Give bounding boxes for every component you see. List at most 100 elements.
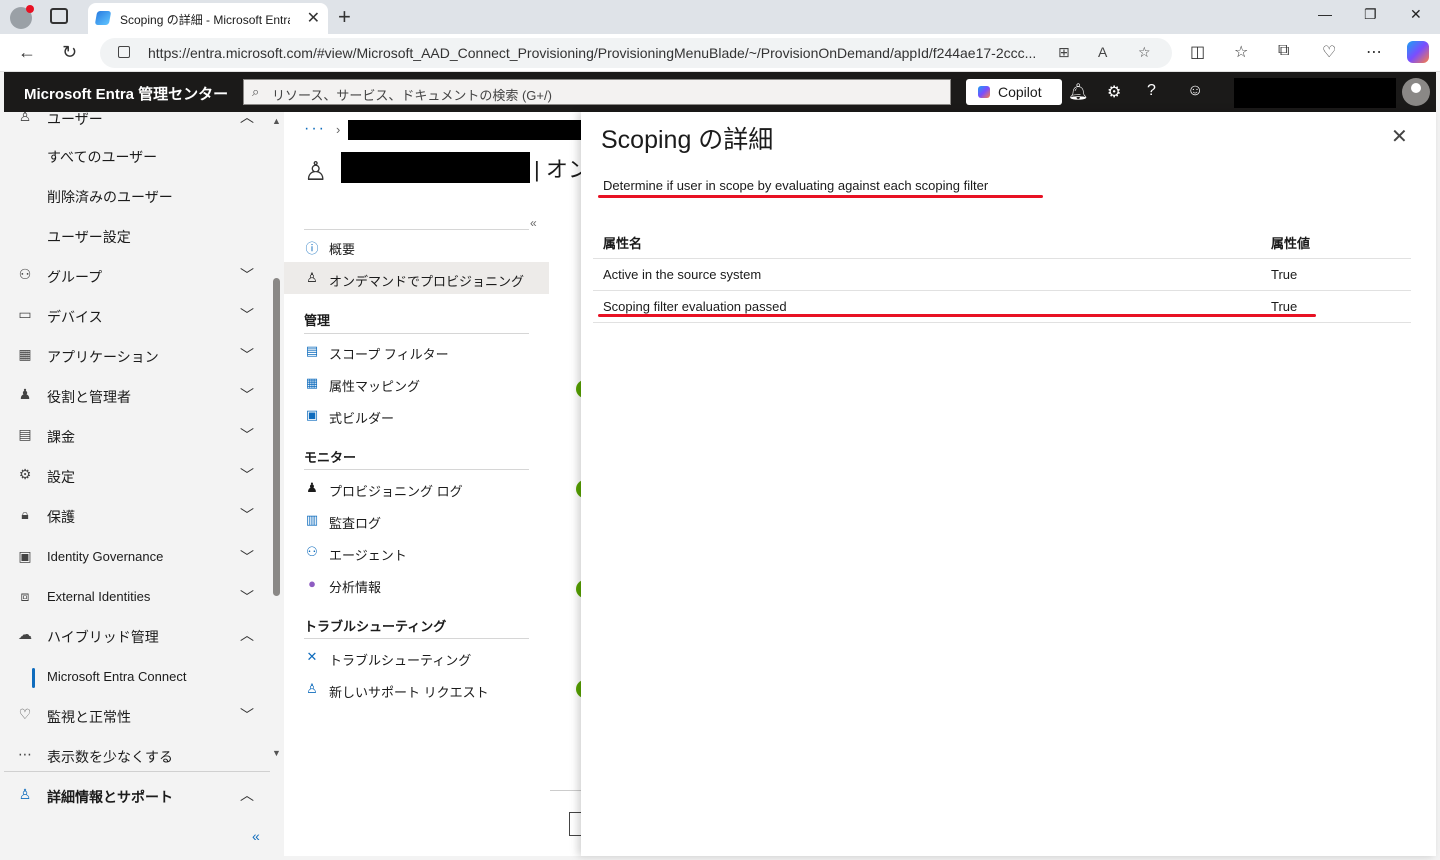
account-name-redacted[interactable]: [1234, 78, 1396, 108]
bell-icon[interactable]: 🔔︎: [1068, 82, 1088, 102]
url-text[interactable]: https://entra.microsoft.com/#view/Micros…: [148, 45, 1048, 61]
close-icon[interactable]: ✕: [1391, 124, 1408, 149]
column-header-attribute-value: 属性値: [1271, 236, 1311, 251]
window-close-icon[interactable]: ✕: [1410, 6, 1422, 23]
nav-monitoring-health[interactable]: ♡ 監視と正常性 ﹀: [4, 696, 270, 736]
nav-groups[interactable]: ⚇ グループ ﹀: [4, 256, 270, 296]
panel-description: Determine if user in scope by evaluating…: [603, 178, 989, 193]
gear-icon[interactable]: ⚙: [1107, 82, 1121, 102]
nav-user-settings[interactable]: ユーザー設定: [4, 216, 270, 256]
chevron-down-icon: ﹀: [240, 347, 254, 363]
troubleshoot-icon: ✕: [306, 649, 318, 664]
nav-scrollbar[interactable]: ▲ ▼: [270, 112, 284, 760]
scroll-down-icon[interactable]: ▼: [272, 748, 281, 758]
agent-icon: ⚇: [306, 544, 318, 559]
new-tab-icon[interactable]: +: [338, 4, 351, 30]
menu-attribute-mapping[interactable]: ▦ 属性マッピング: [284, 367, 549, 399]
external-icon: ⧈: [20, 588, 30, 604]
global-search-input[interactable]: ⌕ リソース、サービス、ドキュメントの検索 (G+/): [243, 79, 951, 105]
nav-show-less[interactable]: ⋯ 表示数を少なくする: [4, 736, 270, 776]
menu-divider: [304, 333, 529, 334]
favorites-icon[interactable]: ☆: [1234, 42, 1248, 62]
close-tab-icon[interactable]: ✕: [307, 8, 320, 28]
menu-divider: [304, 638, 529, 639]
portal-brand[interactable]: Microsoft Entra 管理センター: [24, 83, 228, 104]
menu-agent[interactable]: ⚇ エージェント: [284, 536, 549, 568]
profile-avatar[interactable]: [10, 5, 34, 29]
nav-applications[interactable]: ▦ アプリケーション ﹀: [4, 336, 270, 376]
nav-roles[interactable]: ♟ 役割と管理者 ﹀: [4, 376, 270, 416]
restore-icon[interactable]: ❐: [1364, 6, 1377, 23]
browser-tab-active[interactable]: Scoping の詳細 - Microsoft Entra ✕: [88, 3, 328, 34]
lock-icon: 🔒︎: [21, 506, 29, 522]
nav-hybrid-management[interactable]: ☁ ハイブリッド管理 ︿: [4, 616, 270, 656]
nav-deleted-users[interactable]: 削除済みのユーザー: [4, 176, 270, 216]
table-cell-attribute-name: Active in the source system: [603, 267, 762, 282]
menu-scope-filter[interactable]: ▤ スコープ フィルター: [284, 335, 549, 367]
url-bar[interactable]: https://entra.microsoft.com/#view/Micros…: [100, 38, 1172, 68]
nav-external-identities[interactable]: ⧈ External Identities ﹀: [4, 578, 270, 618]
chevron-down-icon: ﹀: [240, 307, 254, 323]
provisioning-blade: ··· › ♙ | オン « ⓘ 概要 ♙ オンデマンドでプロビジョニング 管理…: [284, 112, 581, 856]
menu-provisioning-log[interactable]: ♟ プロビジョニング ログ: [284, 472, 549, 504]
split-screen-icon[interactable]: ◫: [1190, 42, 1205, 62]
table-cell-attribute-name: Scoping filter evaluation passed: [603, 299, 787, 314]
copilot-icon[interactable]: [1407, 41, 1429, 63]
more-icon[interactable]: ⋯: [1366, 42, 1382, 62]
nav-entra-connect[interactable]: Microsoft Entra Connect: [4, 658, 270, 698]
menu-expression-builder[interactable]: ▣ 式ビルダー: [284, 399, 549, 431]
collapse-menu-icon[interactable]: «: [530, 216, 537, 230]
read-aloud-icon[interactable]: A: [1098, 44, 1107, 60]
breadcrumb-redacted: [348, 120, 581, 140]
menu-troubleshoot[interactable]: ✕ トラブルシューティング: [284, 641, 549, 673]
menu-insights[interactable]: ● 分析情報: [284, 568, 549, 600]
audit-log-icon: ▥: [305, 512, 319, 527]
partially-hidden-button[interactable]: [569, 812, 581, 836]
notification-dot: [26, 5, 34, 13]
search-icon: ⌕: [252, 84, 260, 99]
browser-tab-title: Scoping の詳細 - Microsoft Entra: [120, 13, 290, 27]
nav-identity-governance[interactable]: ▣ Identity Governance ﹀: [4, 538, 270, 578]
feedback-icon[interactable]: ☺: [1187, 82, 1203, 100]
group-icon: ⚇: [18, 266, 32, 282]
chevron-down-icon: ﹀: [240, 549, 254, 565]
lock-icon[interactable]: [118, 46, 130, 58]
menu-provision-on-demand[interactable]: ♙ オンデマンドでプロビジョニング: [284, 262, 549, 294]
tab-actions-icon[interactable]: [50, 8, 68, 24]
nav-protection[interactable]: 🔒︎ 保護 ﹀: [4, 496, 270, 536]
column-header-attribute-name: 属性名: [603, 236, 643, 251]
nav-users[interactable]: ♙ ユーザー ︿: [4, 112, 270, 138]
menu-overview[interactable]: ⓘ 概要: [284, 230, 549, 262]
app-available-icon[interactable]: ⊞: [1058, 44, 1070, 61]
breadcrumb-more-icon[interactable]: ···: [304, 120, 326, 138]
browser-essentials-icon[interactable]: ♡: [1322, 42, 1336, 62]
chevron-down-icon: ﹀: [240, 387, 254, 403]
copilot-logo-icon: [978, 86, 990, 98]
governance-icon: ▣: [18, 548, 32, 564]
back-icon[interactable]: ←: [18, 42, 36, 63]
help-icon[interactable]: ?: [1147, 82, 1156, 100]
scroll-up-icon[interactable]: ▲: [272, 116, 281, 126]
favorite-icon[interactable]: ☆: [1138, 44, 1151, 61]
copilot-button[interactable]: Copilot: [966, 79, 1062, 105]
nav-all-users[interactable]: すべてのユーザー: [4, 136, 270, 176]
nav-billing[interactable]: ▤ 課金 ﹀: [4, 416, 270, 456]
nav-devices[interactable]: ▭ デバイス ﹀: [4, 296, 270, 336]
nav-scrollbar-thumb[interactable]: [273, 278, 280, 596]
chevron-down-icon: ﹀: [240, 267, 254, 283]
minimize-icon[interactable]: —: [1318, 6, 1332, 22]
support-icon: ♙: [18, 786, 32, 802]
chevron-down-icon: ﹀: [240, 427, 254, 443]
avatar[interactable]: [1402, 78, 1430, 106]
nav-learn-support[interactable]: ♙ 詳細情報とサポート ︿: [4, 776, 270, 816]
browser-tabstrip: Scoping の詳細 - Microsoft Entra ✕ + — ❐ ✕: [0, 0, 1440, 34]
collections-icon[interactable]: ⧉: [1278, 42, 1289, 60]
collapse-nav-icon[interactable]: «: [252, 828, 260, 844]
table-divider: [593, 322, 1411, 323]
roles-icon: ♟: [18, 386, 32, 402]
menu-new-support-request[interactable]: ♙ 新しいサポート リクエスト: [284, 673, 549, 705]
menu-audit-log[interactable]: ▥ 監査ログ: [284, 504, 549, 536]
refresh-icon[interactable]: ↻: [62, 42, 77, 63]
provision-user-icon: ♙: [306, 270, 318, 285]
nav-settings[interactable]: ⚙ 設定 ﹀: [4, 456, 270, 496]
